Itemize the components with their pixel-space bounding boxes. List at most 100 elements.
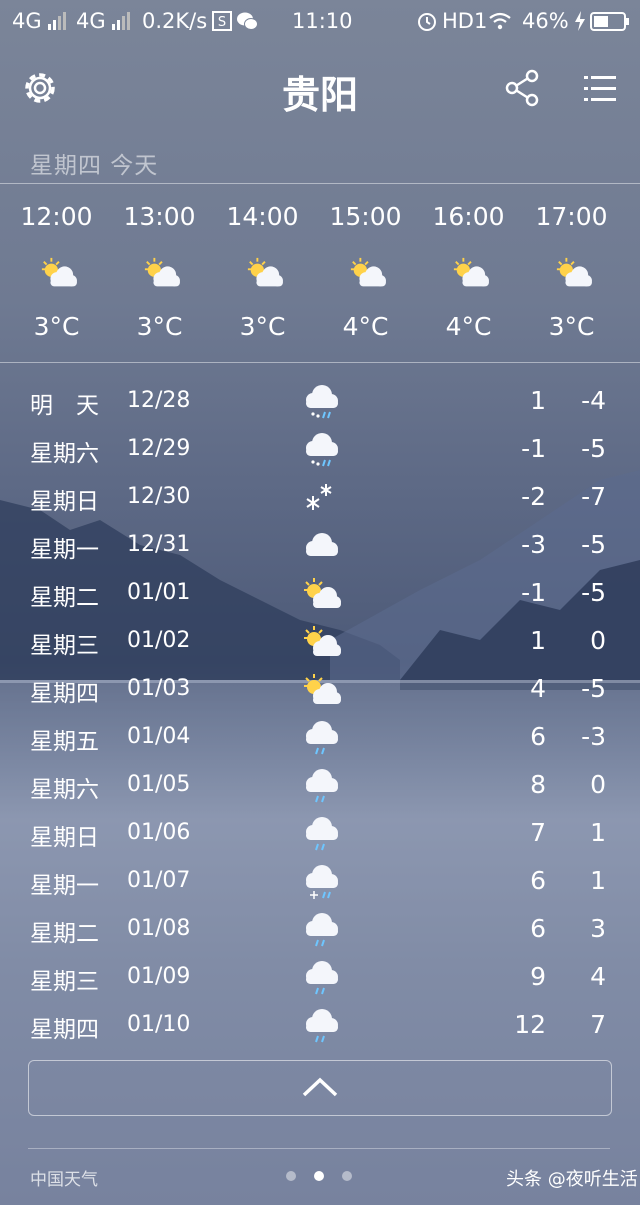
forecast-row: 星期三 01/02 1 0	[0, 620, 640, 668]
hour-temp: 4°C	[445, 312, 492, 341]
list-menu-icon	[584, 76, 616, 101]
forecast-day: 星期二	[30, 585, 99, 611]
hour-time: 15:00	[329, 202, 402, 231]
rain-icon	[306, 1009, 338, 1043]
data-source-label: 中国天气	[30, 1170, 98, 1190]
forecast-low: -4	[581, 386, 606, 415]
signal-icon	[112, 12, 130, 30]
wifi-icon	[489, 12, 511, 30]
forecast-row: 星期五 01/04 6 -3	[0, 716, 640, 764]
battery-icon	[590, 12, 629, 31]
hour-temp: 4°C	[342, 312, 389, 341]
share-button[interactable]	[500, 66, 544, 110]
page-dot[interactable]	[286, 1171, 296, 1181]
status-bar: 4G 4G 0.2K/s S 11:10 HD1 46%	[0, 0, 640, 44]
forecast-date: 01/03	[127, 676, 191, 701]
cloudy-icon	[306, 533, 338, 556]
page-dot-active[interactable]	[314, 1171, 324, 1181]
forecast-row: 星期日 01/06 7 1	[0, 812, 640, 860]
partly-cloudy-icon	[144, 257, 180, 287]
forecast-date: 01/10	[127, 1012, 191, 1037]
forecast-high: 7	[530, 818, 546, 847]
forecast-day: 星期日	[30, 489, 99, 515]
forecast-low: 1	[590, 866, 606, 895]
menu-button[interactable]	[578, 66, 622, 110]
forecast-high: 1	[530, 386, 546, 415]
collapse-button[interactable]	[28, 1060, 612, 1116]
partly-cloudy-icon	[304, 578, 341, 608]
hour-temp: 3°C	[239, 312, 286, 341]
divider	[0, 362, 640, 363]
forecast-day: 星期四	[30, 1017, 99, 1043]
net-speed: 0.2K/s	[142, 9, 208, 33]
forecast-low: 4	[590, 962, 606, 991]
forecast-high: -2	[521, 482, 546, 511]
forecast-high: -1	[521, 434, 546, 463]
forecast-row: 星期六 01/05 8 0	[0, 764, 640, 812]
forecast-day: 星期三	[30, 633, 99, 659]
forecast-day: 星期日	[30, 825, 99, 851]
hd-indicator: HD1	[442, 9, 488, 33]
forecast-day: 星期六	[30, 441, 99, 467]
hour-temp: 3°C	[548, 312, 595, 341]
forecast-day: 星期一	[30, 537, 99, 563]
forecast-row: 明 天 12/28 1 -4	[0, 380, 640, 428]
rain-icon	[306, 817, 338, 851]
forecast-date: 12/30	[127, 484, 191, 509]
forecast-day: 星期三	[30, 969, 99, 995]
forecast-row: 星期二 01/08 6 3	[0, 908, 640, 956]
top-bar: 贵阳	[0, 52, 640, 124]
wechat-icon	[237, 12, 258, 30]
partly-cloudy-icon	[350, 257, 386, 287]
forecast-date: 01/05	[127, 772, 191, 797]
forecast-low: 0	[590, 770, 606, 799]
city-name: 贵阳	[281, 73, 358, 117]
page-dot[interactable]	[342, 1171, 352, 1181]
hourly-item: 15:00 4°C	[314, 200, 417, 350]
forecast-low: 0	[590, 626, 606, 655]
forecast-high: 9	[530, 962, 546, 991]
forecast-date: 01/04	[127, 724, 191, 749]
forecast-low: -5	[581, 674, 606, 703]
partly-cloudy-icon	[304, 674, 341, 704]
hour-time: 14:00	[226, 202, 299, 231]
app-notification-icon: S	[212, 11, 232, 31]
forecast-date: 01/07	[127, 868, 191, 893]
forecast-date: 01/09	[127, 964, 191, 989]
signal-icon	[48, 12, 66, 30]
hour-time: 12:00	[20, 202, 93, 231]
forecast-date: 12/31	[127, 532, 191, 557]
rain-icon	[306, 721, 338, 755]
forecast-low: -5	[581, 530, 606, 559]
forecast-row: 星期四 01/03 4 -5	[0, 668, 640, 716]
forecast-high: 6	[530, 722, 546, 751]
sleet-icon	[306, 433, 338, 467]
hourly-item: 14:00 3°C	[211, 200, 314, 350]
forecast-date: 01/08	[127, 916, 191, 941]
forecast-high: 4	[530, 674, 546, 703]
hourly-forecast: 12:00 3°C 13:00 3°C 14:00 3°C 15:00 4°C …	[0, 200, 640, 350]
network-type-2: 4G	[76, 9, 106, 33]
hourly-item: 12:00 3°C	[5, 200, 108, 350]
forecast-low: 7	[590, 1010, 606, 1039]
forecast-date: 01/02	[127, 628, 191, 653]
snow-icon	[306, 484, 332, 510]
forecast-low: -5	[581, 578, 606, 607]
forecast-day: 星期五	[30, 729, 99, 755]
forecast-high: 12	[514, 1010, 546, 1039]
forecast-high: 6	[530, 866, 546, 895]
forecast-low: 1	[590, 818, 606, 847]
alarm-icon	[418, 13, 436, 31]
forecast-low: -7	[581, 482, 606, 511]
partly-cloudy-icon	[453, 257, 489, 287]
partly-cloudy-icon	[304, 626, 341, 656]
forecast-row: 星期日 12/30 -2 -7	[0, 476, 640, 524]
forecast-day: 明 天	[30, 393, 99, 419]
rain-icon	[306, 913, 338, 947]
divider	[28, 1148, 610, 1149]
sleet-icon	[306, 865, 338, 899]
svg-text:S: S	[218, 15, 226, 30]
partly-cloudy-icon	[41, 257, 77, 287]
forecast-low: 3	[590, 914, 606, 943]
forecast-day: 星期二	[30, 921, 99, 947]
